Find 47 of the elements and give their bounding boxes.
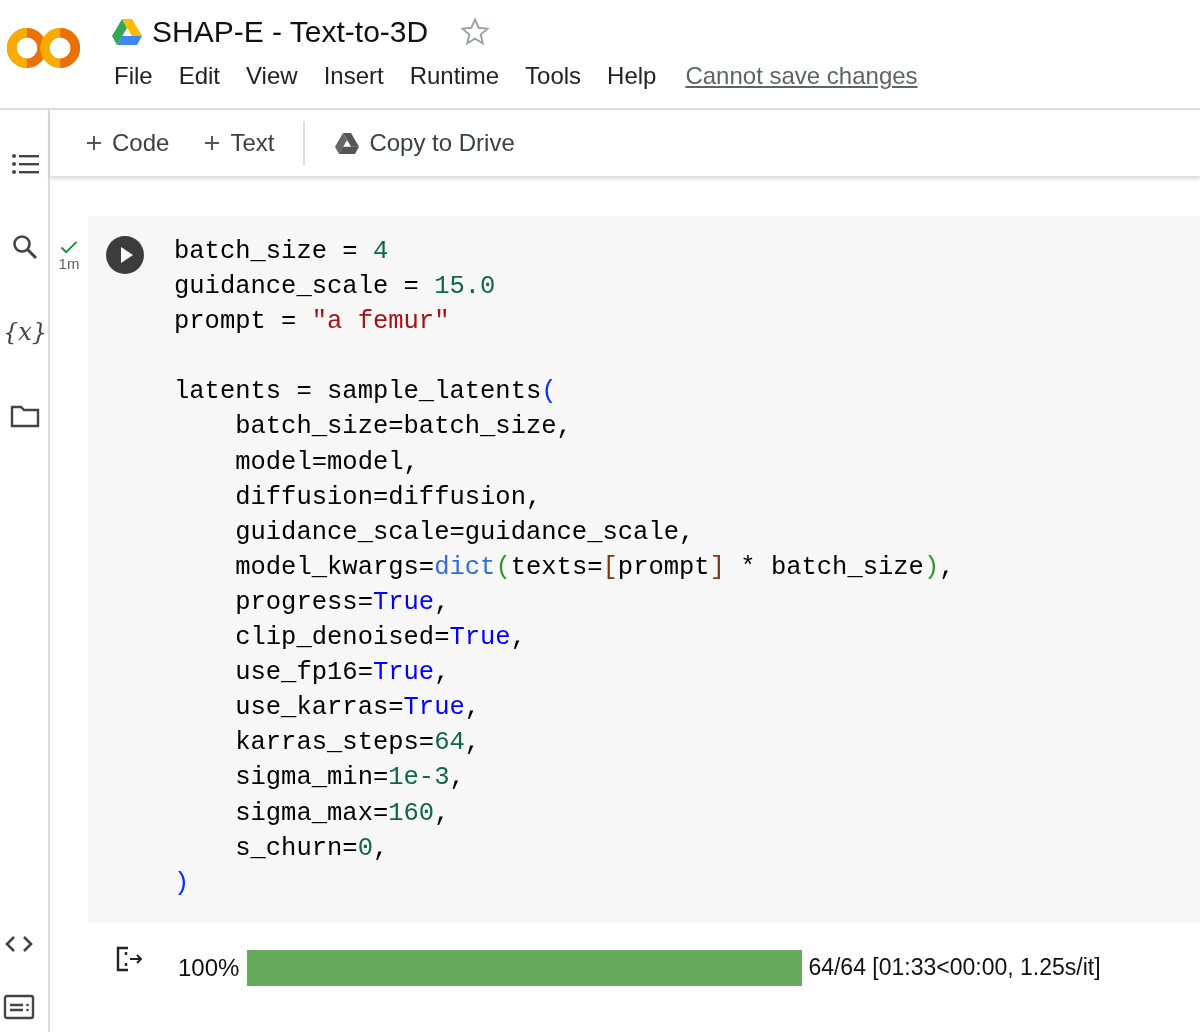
code-line: guidance_scale=guidance_scale,	[234, 516, 696, 549]
menu-item[interactable]: View	[233, 62, 311, 90]
code-line: use_karras=True,	[234, 692, 482, 725]
progress-percent: 100%	[178, 953, 240, 982]
menu-item[interactable]: Help	[594, 62, 670, 90]
code-line: )	[174, 867, 191, 900]
menu-item[interactable]: Insert	[310, 62, 397, 90]
code-line: batch_size=batch_size,	[234, 411, 573, 444]
drive-icon	[335, 132, 360, 154]
terminal-icon[interactable]	[3, 994, 35, 1020]
code-line: sigma_min=1e-3,	[234, 762, 466, 795]
code-line: model=model,	[234, 446, 420, 479]
run-button[interactable]	[106, 236, 144, 274]
code-cell[interactable]	[88, 216, 1200, 923]
menu-item[interactable]: Tools	[512, 62, 595, 90]
progress-stats: 64/64 [01:33<00:00, 1.25s/it]	[808, 954, 1101, 982]
folder-icon[interactable]	[10, 404, 41, 428]
output-icon[interactable]	[116, 945, 144, 972]
code-line: s_churn=0,	[234, 832, 390, 865]
code-line: batch_size = 4	[174, 236, 390, 268]
add-cell-button[interactable]: Text	[198, 129, 290, 157]
star-icon[interactable]	[460, 17, 491, 47]
code-line: progress=True,	[234, 586, 451, 619]
code-line: diffusion=diffusion,	[234, 481, 543, 514]
notebook-title[interactable]: SHAP-E - Text-to-3D	[152, 15, 429, 49]
table-of-contents-icon[interactable]	[11, 152, 40, 176]
menu-item[interactable]: Runtime	[396, 62, 513, 90]
menu-item[interactable]: Edit	[165, 62, 234, 90]
add-cell-button[interactable]: Code	[80, 129, 185, 157]
code-line: prompt = "a femur"	[174, 306, 451, 339]
code-line: use_fp16=True,	[234, 657, 451, 690]
code-line: model_kwargs=dict(texts=[prompt] * batch_size),	[234, 551, 955, 584]
code-line: guidance_scale = 15.0	[174, 271, 497, 304]
copy-to-drive-button[interactable]: Copy to Drive	[329, 129, 530, 157]
search-icon[interactable]	[12, 234, 39, 260]
plus-icon	[204, 135, 221, 151]
code-brackets-icon[interactable]	[4, 934, 34, 954]
execution-time: 1m	[58, 255, 80, 272]
plus-icon	[86, 135, 102, 151]
code-line: sigma_max=160,	[234, 797, 451, 830]
code-line: clip_denoised=True,	[234, 622, 527, 655]
variables-icon[interactable]: {x}	[3, 318, 48, 346]
drive-icon	[112, 19, 142, 45]
code-line: latents = sample_latents(	[174, 376, 558, 409]
menu-item[interactable]: File	[112, 62, 166, 90]
save-status-link[interactable]: Cannot save changes	[685, 62, 918, 90]
code-line: karras_steps=64,	[234, 727, 482, 760]
